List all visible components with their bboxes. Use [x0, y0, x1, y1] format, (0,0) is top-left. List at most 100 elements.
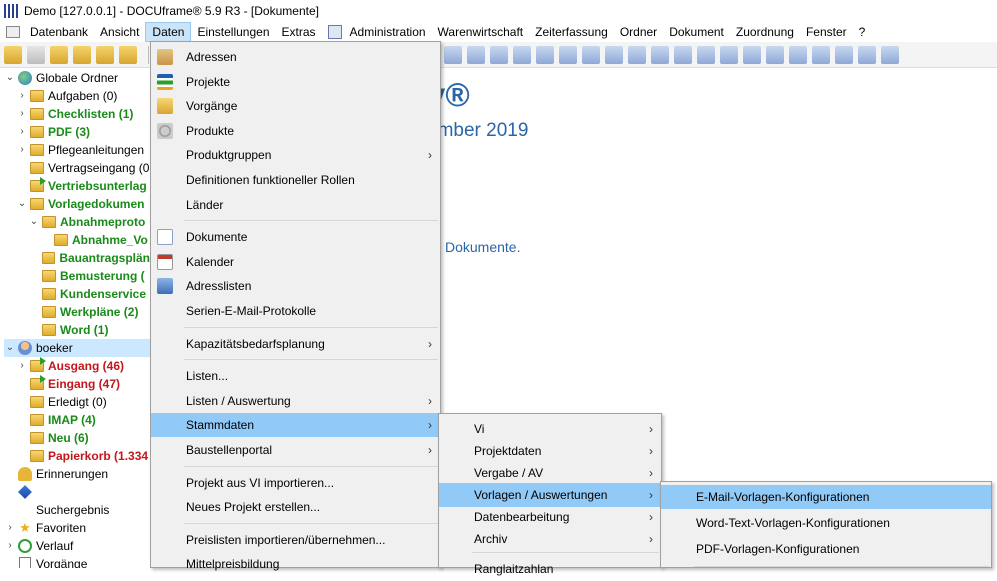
system-menu-icon[interactable]: [6, 26, 20, 38]
toolbar-button-icon[interactable]: [27, 45, 45, 64]
tree-item[interactable]: Neu (6): [16, 429, 150, 447]
expand-chevron-icon[interactable]: ›: [16, 105, 28, 123]
tree-item[interactable]: Eingang (47): [16, 375, 150, 393]
tree-item[interactable]: Bemusterung (: [28, 267, 150, 285]
menu-item-projektdaten[interactable]: Projektdaten ›: [439, 439, 661, 463]
toolbar-button-icon[interactable]: [119, 45, 137, 64]
toolbar-button-icon[interactable]: [674, 45, 692, 64]
tree-item[interactable]: Vertriebsunterlag: [16, 177, 150, 195]
collapse-chevron-icon[interactable]: ⌄: [4, 339, 16, 357]
menu-item-produkte[interactable]: Produkte: [151, 119, 440, 143]
menu-fenster[interactable]: Fenster: [800, 22, 853, 42]
tree-item[interactable]: Werkpläne (2): [28, 303, 150, 321]
collapse-chevron-icon[interactable]: ⌄: [4, 69, 16, 87]
tree-item[interactable]: Papierkorb (1.334: [16, 447, 150, 465]
expand-chevron-icon[interactable]: ›: [16, 357, 28, 375]
tree-item[interactable]: ⌄ boeker: [4, 339, 150, 357]
expand-chevron-icon[interactable]: ›: [4, 537, 16, 555]
menu-item-projekt-aus-vi-importieren[interactable]: Projekt aus VI importieren...: [151, 471, 440, 495]
tree-item[interactable]: ⌄ Abnahmeproto: [28, 213, 150, 231]
tree-item[interactable]: Erinnerungen: [4, 465, 150, 483]
folder-tree[interactable]: ⌄ Globale Ordner › Aufgaben (0) › Checklisten…: [0, 69, 150, 568]
expand-chevron-icon[interactable]: ›: [4, 519, 16, 537]
menu-item-vorgänge[interactable]: Vorgänge: [151, 94, 440, 118]
toolbar-button-icon[interactable]: [628, 45, 646, 64]
tree-item[interactable]: Vorgänge: [4, 555, 150, 568]
menu-ordner[interactable]: Ordner: [614, 22, 663, 42]
toolbar-button-icon[interactable]: [605, 45, 623, 64]
toolbar-button-icon[interactable]: [812, 45, 830, 64]
tree-item[interactable]: IMAP (4): [16, 411, 150, 429]
tree-item[interactable]: [4, 483, 150, 501]
menu-item-archiv[interactable]: Archiv ›: [439, 527, 661, 551]
tree-item[interactable]: › Checklisten (1): [16, 105, 150, 123]
toolbar-button-icon[interactable]: [697, 45, 715, 64]
toolbar-button-icon[interactable]: [490, 45, 508, 64]
menu-item-baustellenportal[interactable]: Baustellenportal ›: [151, 438, 440, 462]
menu-einstellungen[interactable]: Einstellungen: [191, 22, 275, 42]
tree-item[interactable]: Suchergebnis: [4, 501, 150, 519]
tree-item[interactable]: › Verlauf: [4, 537, 150, 555]
toolbar-button-icon[interactable]: [4, 45, 22, 64]
tree-item[interactable]: › Aufgaben (0): [16, 87, 150, 105]
menu-dokument[interactable]: Dokument: [663, 22, 730, 42]
tree-item[interactable]: Kundenservice: [28, 285, 150, 303]
menu-extras[interactable]: Extras: [276, 22, 322, 42]
tree-item[interactable]: Abnahme_Vo: [40, 231, 150, 249]
toolbar-button-icon[interactable]: [835, 45, 853, 64]
tree-item[interactable]: Bauantragsplän: [28, 249, 150, 267]
menu-daten[interactable]: Daten: [145, 22, 192, 42]
menu-item-listen[interactable]: Listen...: [151, 364, 440, 388]
toolbar-button-icon[interactable]: [467, 45, 485, 64]
collapse-chevron-icon[interactable]: ⌄: [16, 195, 28, 213]
collapse-chevron-icon[interactable]: ⌄: [28, 213, 40, 231]
menu-item-serien-e-mail-protokolle[interactable]: Serien-E-Mail-Protokolle: [151, 299, 440, 323]
tree-item[interactable]: › Ausgang (46): [16, 357, 150, 375]
toolbar-button-icon[interactable]: [858, 45, 876, 64]
menu-zeiterfassung[interactable]: Zeiterfassung: [529, 22, 614, 42]
menu-item-mittelpreisbildung[interactable]: Mittelpreisbildung: [151, 552, 440, 576]
tree-item[interactable]: › PDF (3): [16, 123, 150, 141]
menu-item-vergabe-av[interactable]: Vergabe / AV ›: [439, 461, 661, 485]
menu-[interactable]: ?: [853, 22, 872, 42]
menu-item-preislisten-importieren-übernehmen[interactable]: Preislisten importieren/übernehmen...: [151, 528, 440, 552]
menu-ansicht[interactable]: Ansicht: [94, 22, 145, 42]
menu-item-neues-projekt-erstellen[interactable]: Neues Projekt erstellen...: [151, 495, 440, 519]
menu-item-word-text-vorlagen-konfigurationen[interactable]: Word-Text-Vorlagen-Konfigurationen: [661, 511, 991, 535]
toolbar-button-icon[interactable]: [536, 45, 554, 64]
menu-item-pdf-vorlagen-konfigurationen[interactable]: PDF-Vorlagen-Konfigurationen: [661, 537, 991, 561]
toolbar-button-icon[interactable]: [789, 45, 807, 64]
toolbar-button-icon[interactable]: [720, 45, 738, 64]
menu-item-listen-auswertung[interactable]: Listen / Auswertung ›: [151, 389, 440, 413]
menu-warenwirtschaft[interactable]: Warenwirtschaft: [432, 22, 530, 42]
menu-item-kalender[interactable]: Kalender: [151, 250, 440, 274]
toolbar-button-icon[interactable]: [513, 45, 531, 64]
expand-chevron-icon[interactable]: ›: [16, 123, 28, 141]
menu-item-vorlagen-auswertungen[interactable]: Vorlagen / Auswertungen ›: [439, 483, 661, 507]
menu-item-vi[interactable]: Vi ›: [439, 417, 661, 441]
menu-item-definitionen-funktioneller-rollen[interactable]: Definitionen funktioneller Rollen: [151, 168, 440, 192]
menu-item-projekte[interactable]: Projekte: [151, 70, 440, 94]
tree-item[interactable]: Vertragseingang (0: [16, 159, 150, 177]
toolbar-button-icon[interactable]: [651, 45, 669, 64]
toolbar-button-icon[interactable]: [559, 45, 577, 64]
menu-item-e-mail-vorlagen-konfigurationen[interactable]: E-Mail-Vorlagen-Konfigurationen: [661, 485, 991, 509]
tree-item[interactable]: › ★ Favoriten: [4, 519, 150, 537]
menu-administration[interactable]: Administration: [344, 22, 432, 42]
menu-item-adresslisten[interactable]: Adresslisten: [151, 274, 440, 298]
tree-item[interactable]: Erledigt (0): [16, 393, 150, 411]
menu-item-datenbearbeitung[interactable]: Datenbearbeitung ›: [439, 505, 661, 529]
menu-item-ranglaitzahlan[interactable]: Ranglaitzahlan: [439, 557, 661, 581]
expand-chevron-icon[interactable]: ›: [16, 141, 28, 159]
menu-item-kapazitätsbedarfsplanung[interactable]: Kapazitätsbedarfsplanung ›: [151, 332, 440, 356]
toolbar-button-icon[interactable]: [73, 45, 91, 64]
toolbar-button-icon[interactable]: [881, 45, 899, 64]
menu-item-produktgruppen[interactable]: Produktgruppen ›: [151, 143, 440, 167]
menu-datenbank[interactable]: Datenbank: [24, 22, 94, 42]
tree-item[interactable]: ⌄ Vorlagedokumen: [16, 195, 150, 213]
menu-item-dokumente[interactable]: Dokumente: [151, 225, 440, 249]
expand-chevron-icon[interactable]: ›: [16, 87, 28, 105]
toolbar-button-icon[interactable]: [96, 45, 114, 64]
toolbar-button-icon[interactable]: [766, 45, 784, 64]
toolbar-button-icon[interactable]: [743, 45, 761, 64]
